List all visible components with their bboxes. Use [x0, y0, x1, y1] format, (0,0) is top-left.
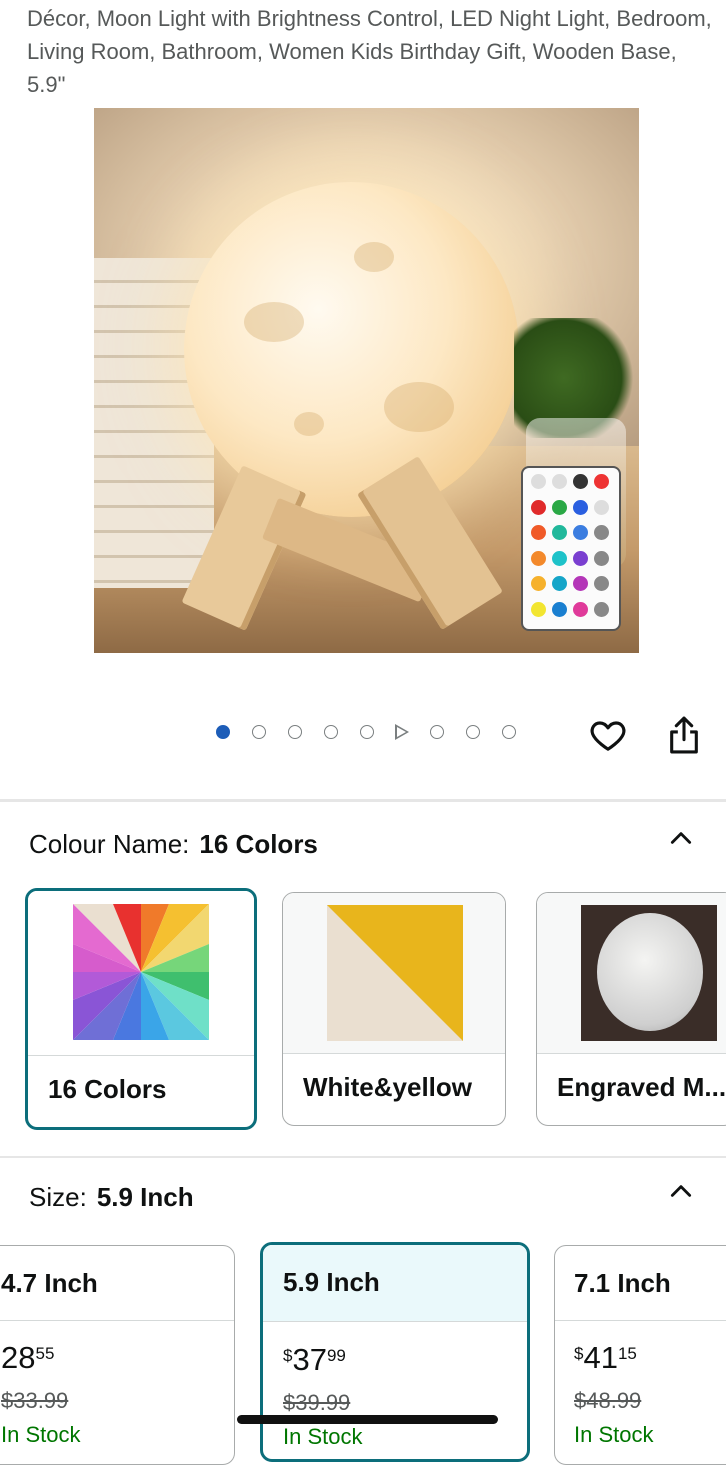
- engraved-moon-swatch-image: [581, 905, 717, 1041]
- colour-option-label: 16 Colors: [48, 1074, 167, 1104]
- size-option-4-7-inch[interactable]: 4.7 Inch 2855 $33.99 In Stock: [0, 1245, 235, 1465]
- pagination-dot[interactable]: [216, 725, 230, 739]
- pagination-dot[interactable]: [252, 725, 266, 739]
- size-option-stock: In Stock: [283, 1424, 363, 1449]
- size-option-name: 7.1 Inch: [574, 1268, 671, 1298]
- product-title: Décor, Moon Light with Brightness Contro…: [27, 6, 712, 97]
- size-option-name: 4.7 Inch: [1, 1268, 98, 1298]
- size-selected-value: 5.9 Inch: [96, 1182, 194, 1212]
- product-image[interactable]: [94, 108, 639, 653]
- pagination-dot[interactable]: [360, 725, 374, 739]
- size-option-price: $4115: [574, 1340, 637, 1375]
- section-divider: [0, 799, 726, 802]
- pagination-dot[interactable]: [288, 725, 302, 739]
- wishlist-button[interactable]: [585, 712, 631, 758]
- size-option-stock: In Stock: [574, 1422, 654, 1447]
- white-yellow-swatch-image: [327, 905, 463, 1041]
- share-icon: [670, 716, 698, 754]
- pagination-dot[interactable]: [466, 725, 480, 739]
- size-label: Size: 5.9 Inch: [29, 1182, 194, 1213]
- colour-option-engraved[interactable]: Engraved M...: [536, 892, 726, 1126]
- pagination-dot[interactable]: [502, 725, 516, 739]
- size-option-was-price: $33.99: [1, 1388, 69, 1413]
- chevron-up-icon[interactable]: [668, 1178, 694, 1204]
- chevron-up-icon[interactable]: [668, 825, 694, 851]
- pagination-dot[interactable]: [324, 725, 338, 739]
- colour-option-white-yellow[interactable]: White&yellow: [282, 892, 506, 1126]
- size-option-price: 2855: [1, 1340, 55, 1375]
- pagination-dot[interactable]: [430, 725, 444, 739]
- size-option-price: $3799: [283, 1342, 346, 1377]
- heart-icon: [590, 721, 626, 751]
- size-option-was-price: $39.99: [283, 1390, 351, 1415]
- home-indicator[interactable]: [237, 1415, 498, 1424]
- moon-lamp-image: [184, 182, 519, 517]
- colour-name-label: Colour Name: 16 Colors: [29, 829, 318, 860]
- size-option-7-1-inch[interactable]: 7.1 Inch $4115 $48.99 In Stock: [554, 1245, 726, 1465]
- share-button[interactable]: [661, 712, 707, 758]
- video-play-icon[interactable]: [395, 724, 409, 740]
- colour-selected-value: 16 Colors: [199, 829, 318, 859]
- size-option-stock: In Stock: [1, 1422, 81, 1447]
- section-divider: [0, 1156, 726, 1158]
- colour-option-label: Engraved M...: [557, 1072, 726, 1102]
- remote-control-image-detail: [521, 466, 621, 631]
- size-option-was-price: $48.99: [574, 1388, 642, 1413]
- size-label-text: Size:: [29, 1182, 87, 1212]
- colour-option-16-colors[interactable]: 16 Colors: [25, 888, 257, 1130]
- colour-label-text: Colour Name:: [29, 829, 190, 859]
- size-option-5-9-inch[interactable]: 5.9 Inch $3799 $39.99 In Stock: [260, 1242, 530, 1462]
- size-option-name: 5.9 Inch: [283, 1267, 380, 1297]
- color-wheel-swatch-image: [73, 904, 209, 1040]
- colour-option-label: White&yellow: [303, 1072, 473, 1102]
